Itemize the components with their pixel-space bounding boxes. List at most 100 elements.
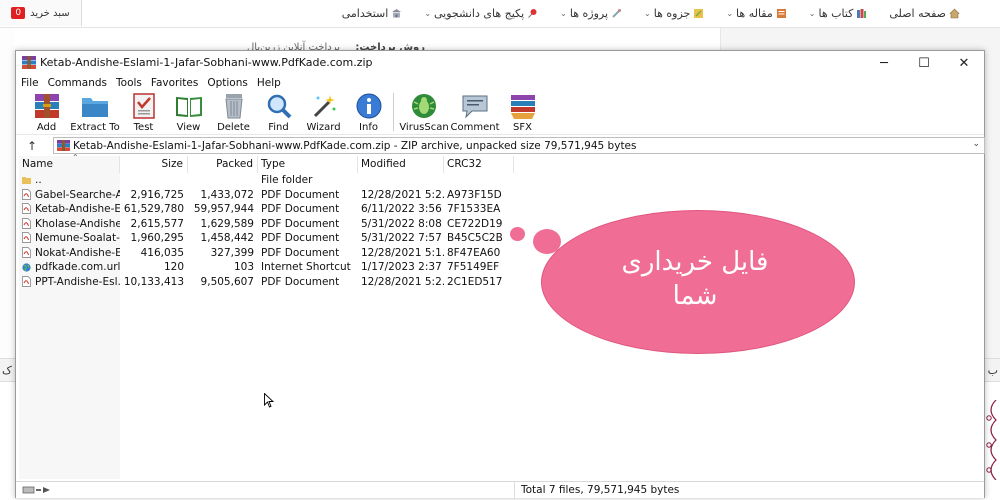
window-title: Ketab-Andishe-Eslami-1-Jafar-Sobhani-www… [40,56,373,69]
pdf-icon [22,188,31,200]
extract-to-button[interactable]: Extract To [69,91,121,134]
cart-count-badge: 0 [11,7,26,19]
virusscan-button[interactable]: VirusScan [398,91,450,134]
article-icon [776,8,787,19]
col-type[interactable]: Type [258,156,358,173]
find-label: Find [268,122,289,133]
nav-item-articles[interactable]: مقاله ها ⌄ [726,7,786,20]
nav-item-jobs[interactable]: استخدامی [342,7,403,20]
nav-label: پکیج های دانشجویی [434,6,525,20]
nav-item-books[interactable]: کتاب ها ⌄ [809,7,868,20]
delete-button[interactable]: Delete [211,91,256,134]
virusscan-label: VirusScan [399,122,449,133]
cell-packed [188,173,254,188]
cell-crc: 7F1533EA [447,203,501,215]
cell-name: .. [22,173,120,188]
menu-help[interactable]: Help [257,77,281,89]
cell-crc: A973F15D [447,188,502,201]
pdf-icon [22,232,31,243]
chevron-down-icon: ⌄ [808,8,816,18]
close-button[interactable]: ✕ [944,51,984,75]
file-name: PPT-Andishe-Esl... [35,275,120,288]
nav-label: کتاب ها [818,6,854,20]
cell-type: PDF Document [261,217,340,230]
cell-crc: 7F5149EF [447,261,500,273]
chevron-down-icon[interactable]: ⌄ [972,139,980,149]
col-name[interactable]: Name [19,156,120,173]
view-button[interactable]: View [166,91,211,134]
find-button[interactable]: Find [256,91,301,134]
delete-label: Delete [217,122,250,133]
info-button[interactable]: Info [346,91,391,134]
cell-packed: 1,629,589 [200,217,254,230]
table-row[interactable]: Nemune-Soalat-... 1,960,295 1,458,442 PDF D… [19,231,519,246]
table-row[interactable]: pdfkade.com.url 120 103 Internet Shortcut 1/… [19,260,519,275]
magnifier-icon [267,94,291,119]
file-name: Ketab-Andishe-E... [35,203,120,215]
cell-modified: 12/28/2021 5:2... [361,275,444,288]
file-name: Kholase-Andishe-... [35,217,120,230]
table-row[interactable]: .. File folder [19,173,519,188]
up-arrow-icon[interactable]: ↑ [24,137,40,154]
cell-modified [361,173,444,188]
band-fragment-left: ک [2,364,12,377]
wizard-button[interactable]: Wizard [301,91,346,134]
menu-tools[interactable]: Tools [116,77,142,89]
chevron-down-icon: ⌄ [644,8,651,18]
nav-label: مقاله ها [736,6,773,20]
nav-item-packages[interactable]: پکیج های دانشجویی ⌄ [424,7,538,20]
cell-packed: 59,957,944 [193,203,254,215]
cart-label: سبد خرید [30,7,70,19]
title-bar[interactable]: Ketab-Andishe-Eslami-1-Jafar-Sobhani-www… [16,51,984,75]
sfx-label: SFX [513,122,532,133]
cell-name: Nemune-Soalat-... [22,231,120,246]
test-button[interactable]: Test [121,91,166,134]
cell-packed: 103 [233,261,254,273]
col-crc32[interactable]: CRC32 [444,156,514,173]
nav-item-home[interactable]: صفحه اصلی [889,7,960,20]
file-name: Gabel-Searche-A... [35,188,120,201]
nav-item-notes[interactable]: جزوه ها ⌄ [644,7,704,20]
table-row[interactable]: Nokat-Andishe-E... 416,035 327,399 PDF Docu… [19,246,519,261]
minimize-button[interactable]: ─ [864,51,904,75]
maximize-button[interactable]: ☐ [904,51,944,75]
menu-commands[interactable]: Commands [48,77,107,89]
sfx-button[interactable]: SFX [500,91,545,134]
table-row[interactable]: Kholase-Andishe-... 2,615,577 1,629,589 PDF… [19,217,519,232]
comment-label: Comment [450,122,500,133]
folder-open-icon [82,98,108,117]
cell-name: Gabel-Searche-A... [22,188,120,203]
info-label: Info [359,122,378,133]
cell-size: 2,916,725 [130,188,184,201]
menu-favorites[interactable]: Favorites [151,77,198,89]
cell-modified: 1/17/2023 2:37 ... [361,261,444,273]
pin-icon [527,8,538,19]
status-divider [514,482,515,499]
cart-button[interactable]: سبد خرید 0 [0,0,82,26]
pdf-icon [22,246,31,258]
menu-options[interactable]: Options [207,77,248,89]
bubble-line-1: فایل خریداری [621,247,769,277]
menu-file[interactable]: File [21,77,39,89]
cell-size: 120 [163,261,184,273]
cell-size: 1,960,295 [130,232,184,244]
site-left-strip [0,28,14,358]
cell-modified: 12/28/2021 5:1... [361,246,444,259]
nav-item-projects[interactable]: پروژه ها ⌄ [560,7,622,20]
table-row[interactable]: Ketab-Andishe-E...61,529,780 59,957,944 PD… [19,202,519,217]
magic-wand-icon [313,95,335,118]
cell-type: PDF Document [261,246,340,259]
table-row[interactable]: Gabel-Searche-A... 2,916,725 1,433,072 PDF … [19,188,519,203]
col-size[interactable]: Size [120,156,188,173]
comment-button[interactable]: Comment [450,91,500,134]
nav-label: پروژه ها [569,6,609,20]
table-row[interactable]: PPT-Andishe-Esl... 10,133,413 9,505,607 PDF… [19,275,519,290]
add-button[interactable]: Add [24,91,69,134]
col-modified[interactable]: Modified [358,156,444,173]
cell-name: PPT-Andishe-Esl... [22,275,120,290]
nav-label: صفحه اصلی [889,6,946,20]
col-packed[interactable]: Packed [188,156,258,173]
cell-name: pdfkade.com.url [22,260,120,275]
cell-type: File folder [261,174,313,186]
archive-path-field[interactable]: Ketab-Andishe-Eslami-1-Jafar-Sobhani-www… [53,137,985,154]
